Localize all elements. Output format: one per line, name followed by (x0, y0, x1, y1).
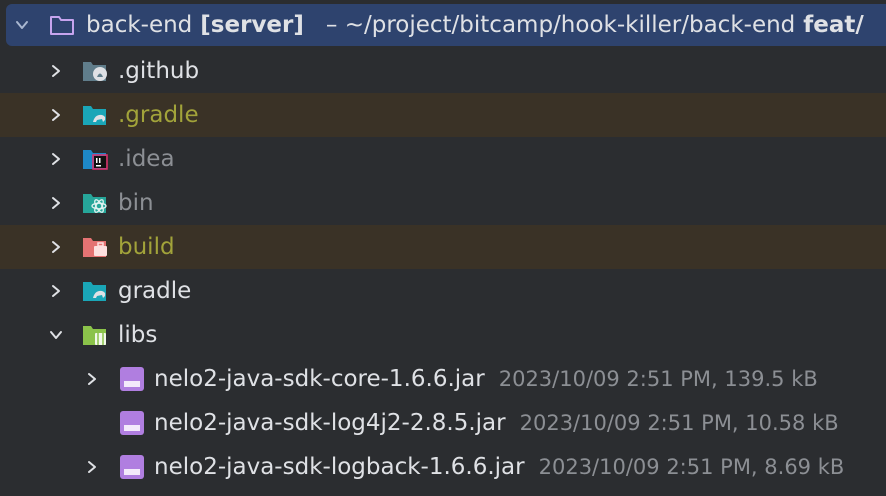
item-label: .gradle (118, 102, 199, 128)
item-label: libs (118, 322, 158, 348)
folder-icon (48, 12, 76, 38)
chevron-right-icon[interactable] (46, 193, 66, 213)
chevron-right-icon[interactable] (46, 281, 66, 301)
jar-file-icon (118, 454, 146, 480)
tree-file-jar[interactable]: nelo2-java-sdk-log4j2-2.8.5.jar 2023/10/… (0, 401, 886, 445)
root-folder-name: back-end (86, 12, 193, 38)
lib-folder-icon (82, 322, 110, 348)
tree-item-build[interactable]: build (0, 225, 886, 269)
chevron-right-icon[interactable] (46, 149, 66, 169)
project-tree: back-end [server] – ~/project/bitcamp/ho… (0, 0, 886, 496)
chevron-down-icon[interactable] (46, 325, 66, 345)
gradle-folder-icon (82, 278, 110, 304)
item-label: .github (118, 58, 200, 84)
file-name: nelo2-java-sdk-logback-1.6.6.jar (154, 454, 525, 480)
chevron-right-icon[interactable] (46, 237, 66, 257)
tree-item-gradle[interactable]: gradle (0, 269, 886, 313)
git-branch: feat/ (803, 12, 864, 38)
chevron-right-icon[interactable] (82, 457, 102, 477)
tree-item-gradle-hidden[interactable]: .gradle (0, 93, 886, 137)
item-label: .idea (118, 146, 175, 172)
file-meta: 2023/10/09 2:51 PM, 139.5 kB (498, 367, 818, 391)
tree-file-jar[interactable]: nelo2-java-sdk-logback-1.6.6.jar 2023/10… (0, 445, 886, 489)
chevron-right-icon[interactable] (46, 105, 66, 125)
tree-root-row[interactable]: back-end [server] – ~/project/bitcamp/ho… (6, 4, 886, 46)
file-name: nelo2-java-sdk-log4j2-2.8.5.jar (154, 410, 506, 436)
item-label: bin (118, 190, 154, 216)
build-folder-icon (82, 234, 110, 260)
chevron-right-icon[interactable] (46, 61, 66, 81)
file-meta: 2023/10/09 2:51 PM, 8.69 kB (538, 455, 845, 479)
tree-item-github[interactable]: .github (0, 49, 886, 93)
react-folder-icon (82, 190, 110, 216)
jar-file-icon (118, 366, 146, 392)
tree-file-jar[interactable]: nelo2-java-sdk-core-1.6.6.jar 2023/10/09… (0, 357, 886, 401)
item-label: build (118, 234, 175, 260)
item-label: gradle (118, 278, 192, 304)
gradle-folder-icon (82, 102, 110, 128)
file-name: nelo2-java-sdk-core-1.6.6.jar (154, 366, 485, 392)
tree-item-bin[interactable]: bin (0, 181, 886, 225)
tree-item-idea[interactable]: .idea (0, 137, 886, 181)
file-meta: 2023/10/09 2:51 PM, 10.58 kB (519, 411, 839, 435)
jar-file-icon (118, 410, 146, 436)
github-folder-icon (82, 58, 110, 84)
tree-item-libs[interactable]: libs (0, 313, 886, 357)
chevron-right-icon[interactable] (82, 369, 102, 389)
idea-folder-icon (82, 146, 110, 172)
module-name: [server] (200, 12, 304, 38)
chevron-down-icon[interactable] (12, 15, 32, 35)
root-path: – ~/project/bitcamp/hook-killer/back-end (325, 12, 796, 38)
